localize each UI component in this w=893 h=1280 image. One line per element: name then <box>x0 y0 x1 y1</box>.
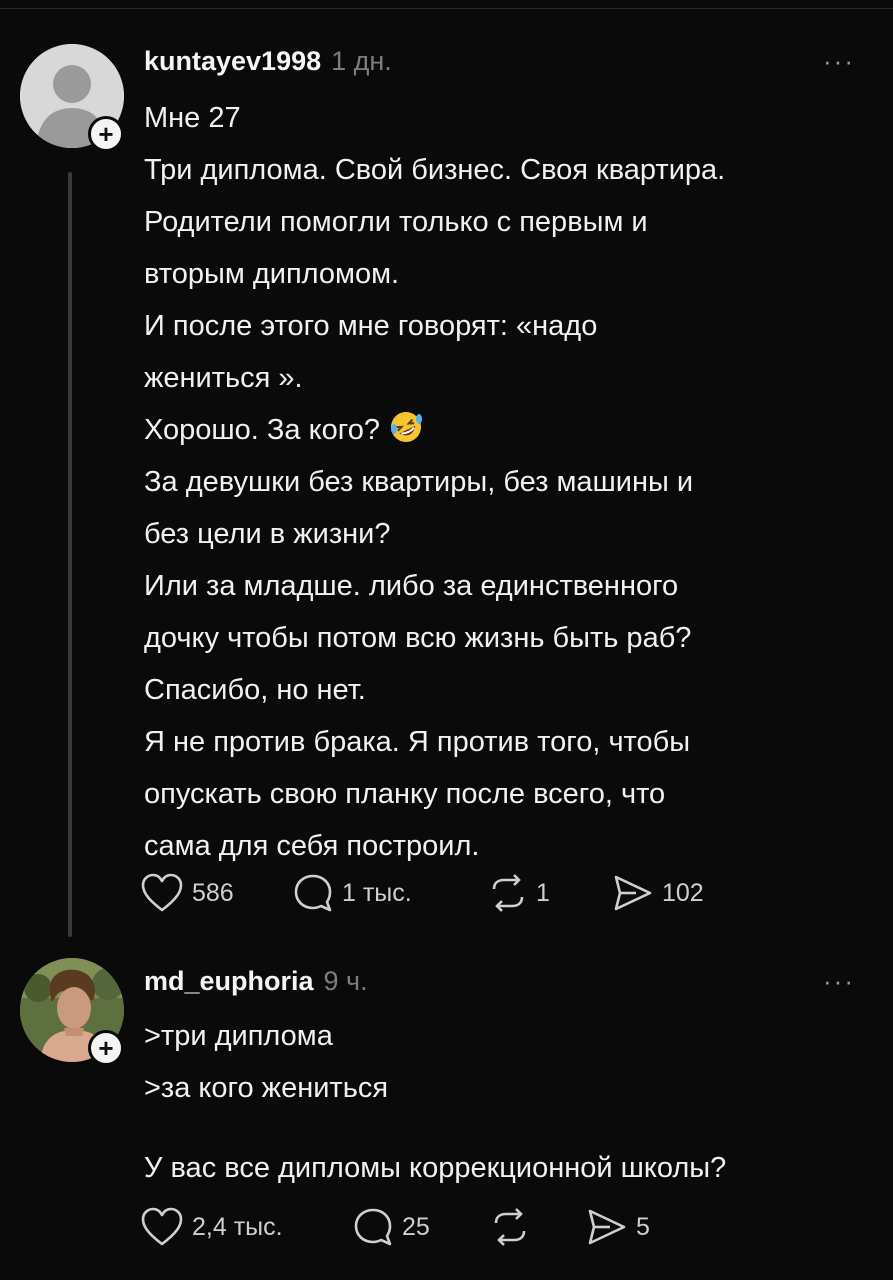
like-count: 2,4 тыс. <box>192 1212 283 1241</box>
comment-count: 1 тыс. <box>342 878 412 907</box>
username[interactable]: md_euphoria <box>144 966 314 997</box>
comment-button[interactable]: 1 тыс. <box>292 872 488 914</box>
timestamp: 1 дн. <box>331 46 392 76</box>
timestamp: 9 ч. <box>323 966 368 996</box>
post-line: Спасибо, но нет. <box>144 674 366 706</box>
post-line: Родители помогли только с первым и <box>144 206 648 238</box>
follow-plus-icon[interactable]: + <box>88 1030 124 1066</box>
share-count: 102 <box>662 878 704 907</box>
follow-plus-icon[interactable]: + <box>88 116 124 152</box>
rolling-laughing-emoji-icon <box>391 412 423 442</box>
comment-button[interactable]: 25 <box>352 1206 490 1248</box>
share-icon <box>614 875 652 911</box>
post-line: За девушки без квартиры, без машины и <box>144 466 694 498</box>
repost-icon <box>492 874 524 912</box>
action-bar: 586 1 тыс. 1 102 <box>140 872 752 914</box>
repost-button[interactable] <box>490 1207 586 1247</box>
heart-icon <box>141 873 183 912</box>
repost-icon <box>494 1208 526 1246</box>
post-line: без цели в жизни? <box>144 518 391 550</box>
heart-icon <box>141 1207 183 1246</box>
post-line: Я не против брака. Я против того, чтобы <box>144 726 691 758</box>
post-header: kuntayev1998 1 дн. <box>144 46 392 77</box>
repost-count: 1 <box>536 878 550 907</box>
post-body: Мне 27 Три диплома. Свой бизнес. Своя кв… <box>144 92 874 872</box>
plus-glyph: + <box>98 1033 114 1063</box>
like-button[interactable]: 586 <box>140 873 292 913</box>
like-count: 586 <box>192 878 234 907</box>
comment-count: 25 <box>402 1212 430 1241</box>
share-button[interactable]: 5 <box>586 1207 706 1247</box>
post-line: жениться ». <box>144 362 303 394</box>
post-line: дочку чтобы потом всю жизнь быть раб? <box>144 622 692 654</box>
comment-icon <box>354 1208 392 1246</box>
action-bar: 2,4 тыс. 25 5 <box>140 1206 706 1248</box>
post-line: Или за младше. либо за единственного <box>144 570 679 602</box>
more-options-icon[interactable]: ··· <box>823 46 855 77</box>
post-line: опускать свою планку после всего, что <box>144 778 666 810</box>
repost-button[interactable]: 1 <box>488 873 612 913</box>
post-body: >три диплома >за кого жениться У вас все… <box>144 1010 874 1194</box>
username[interactable]: kuntayev1998 <box>144 46 321 77</box>
thread-line <box>68 172 72 937</box>
post-line: Три диплома. Свой бизнес. Своя квартира. <box>144 154 726 186</box>
top-divider <box>0 8 893 9</box>
post-line: Хорошо. За кого? <box>144 414 380 446</box>
more-options-icon[interactable]: ··· <box>823 966 855 997</box>
post-line: вторым дипломом. <box>144 258 400 290</box>
post-line: >за кого жениться <box>144 1072 389 1104</box>
post-line: У вас все дипломы коррекционной школы? <box>144 1152 727 1184</box>
post-line: Мне 27 <box>144 102 241 134</box>
post-line: И после этого мне говорят: «надо <box>144 310 598 342</box>
post-line: сама для себя построил. <box>144 830 480 862</box>
post-header: md_euphoria 9 ч. <box>144 966 368 997</box>
share-icon <box>588 1209 626 1245</box>
post-line: >три диплома <box>144 1020 333 1052</box>
plus-glyph: + <box>98 119 114 149</box>
post-line-with-emoji: Хорошо. За кого? <box>144 404 874 456</box>
share-count: 5 <box>636 1212 650 1241</box>
share-button[interactable]: 102 <box>612 873 752 913</box>
like-button[interactable]: 2,4 тыс. <box>140 1207 352 1247</box>
comment-icon <box>294 874 332 912</box>
